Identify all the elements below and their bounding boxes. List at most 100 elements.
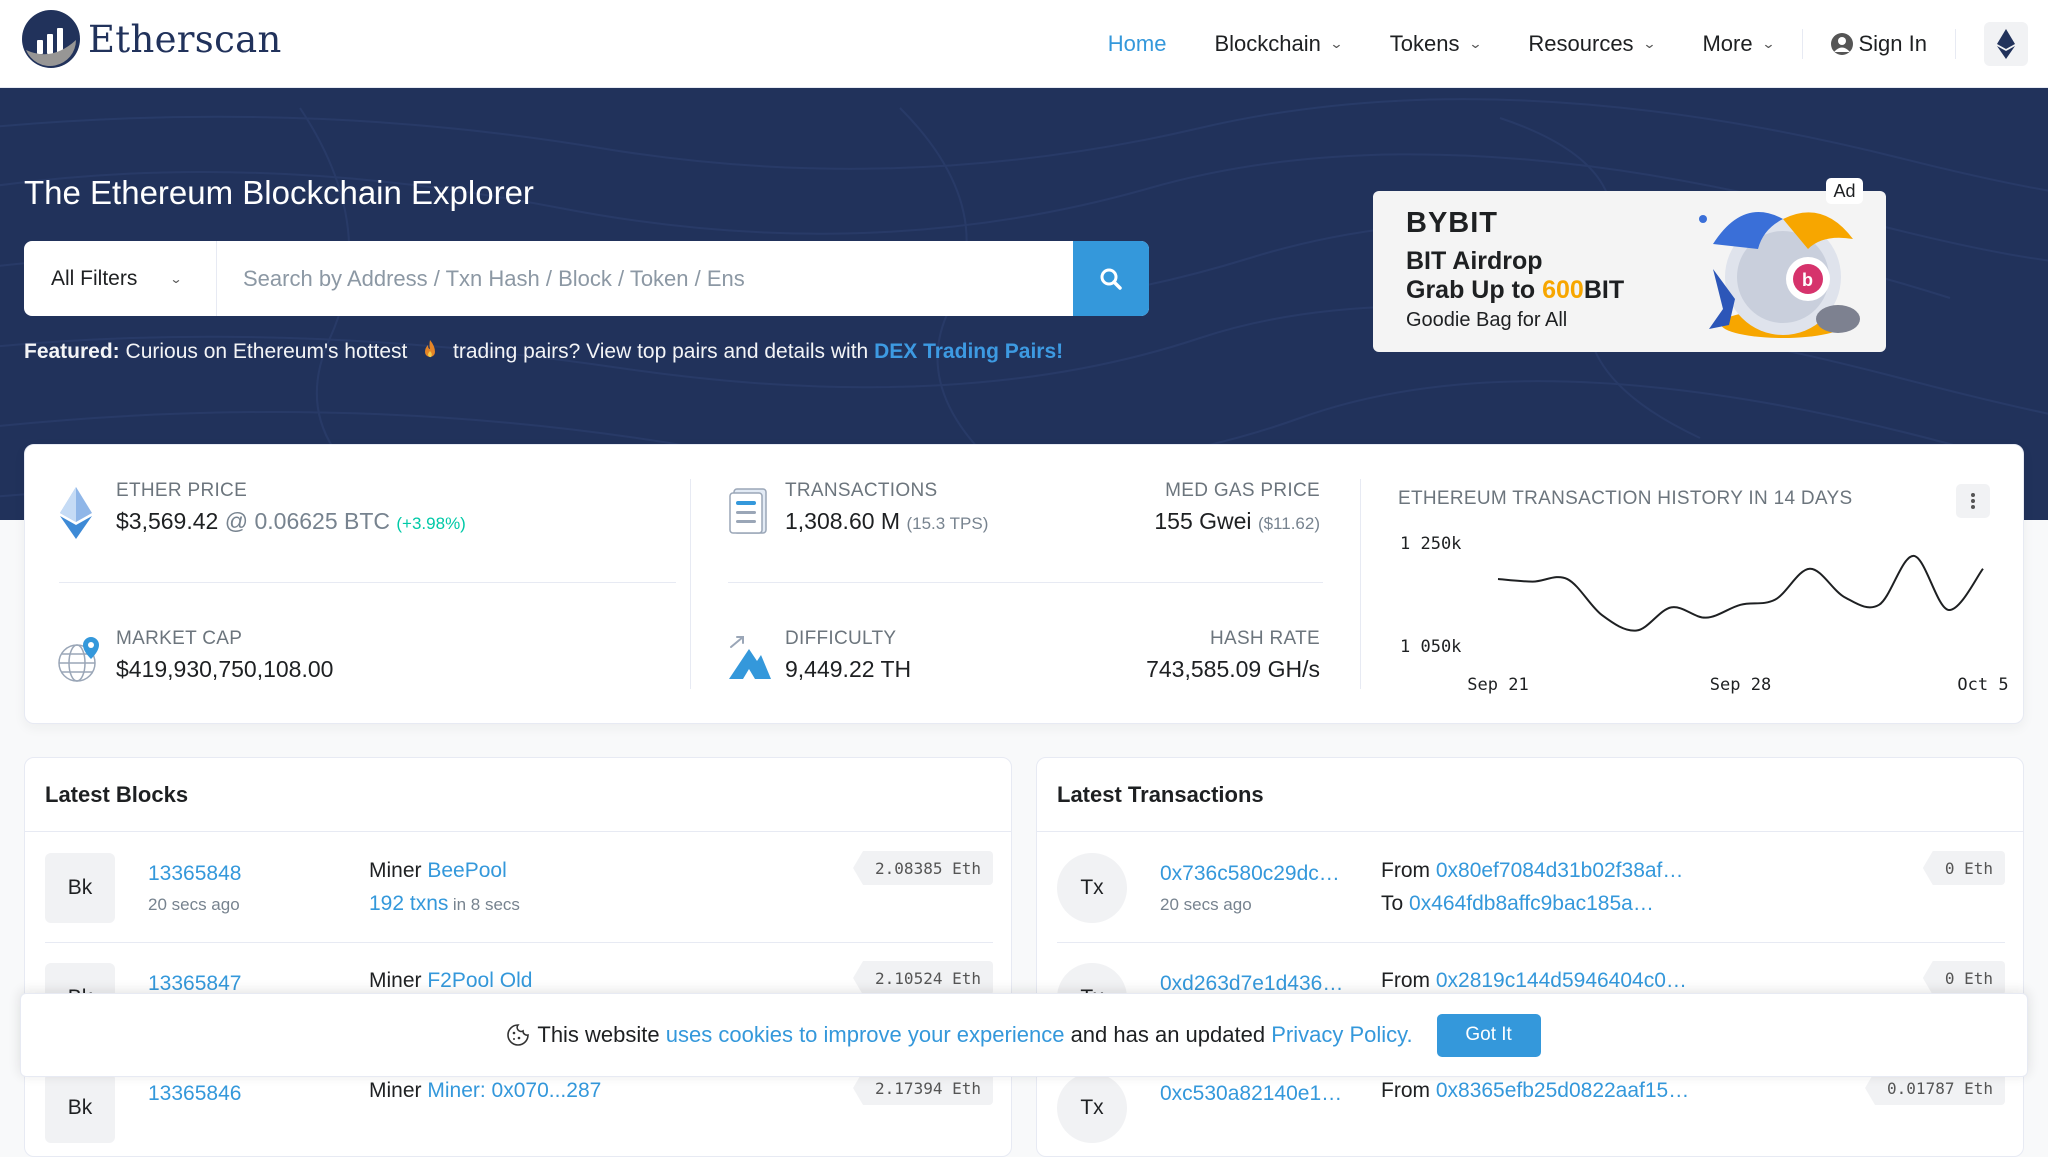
block-age: 20 secs ago [148, 895, 240, 914]
miner-link[interactable]: BeePool [427, 859, 506, 882]
featured-label: Featured: [24, 340, 120, 363]
market-cap-block: Market Cap $419,930,750,108.00 [116, 628, 333, 683]
nav-tokens[interactable]: Tokens ⌄ [1390, 31, 1482, 57]
chart-menu-button[interactable] [1956, 484, 1990, 518]
network-switch-button[interactable] [1984, 22, 2028, 66]
more-vertical-icon [1971, 493, 1975, 509]
from-address-link[interactable]: 0x2819c144d5946404c0… [1436, 969, 1687, 992]
sign-in-link[interactable]: Sign In [1830, 31, 1927, 57]
tx-hash-link[interactable]: 0x736c580c29dc… [1160, 862, 1340, 886]
main-nav: Home Blockchain ⌄ Tokens ⌄ Resources ⌄ More… [1084, 0, 2028, 88]
data-point[interactable] [1599, 612, 1605, 618]
tx-to: To 0x464fdb8affc9bac185a… [1381, 892, 1654, 915]
featured-text-2: trading pairs? View top pairs and detail… [453, 340, 869, 363]
search-icon [1100, 268, 1122, 290]
miner-link[interactable]: F2Pool Old [427, 969, 532, 992]
difficulty-value: 9,449.22 TH [785, 656, 912, 682]
nav-more[interactable]: More ⌄ [1702, 31, 1776, 57]
block-number-link[interactable]: 13365846 [148, 1082, 241, 1106]
block-reward: 2.08385 Eth [853, 851, 993, 885]
bybit-ad-banner[interactable]: BYBIT BIT Airdrop Grab Up to 600BIT Good… [1373, 191, 1886, 352]
data-point[interactable] [1807, 566, 1813, 572]
from-address-link[interactable]: 0x8365efb25d0822aaf15… [1436, 1079, 1689, 1102]
hash-rate-label: Hash Rate [1209, 628, 1320, 649]
ether-price-change: (+3.98%) [396, 514, 466, 533]
nav-blockchain[interactable]: Blockchain ⌄ [1214, 31, 1343, 57]
tx-badge: Tx [1057, 853, 1127, 923]
filter-dropdown[interactable]: All Filters ⌄ [24, 241, 217, 316]
x-tick-label: Oct 5 [1957, 675, 2008, 695]
ether-price-block: Ether Price $3,569.42 @ 0.06625 BTC (+3.… [116, 480, 466, 535]
difficulty-label: Difficulty [785, 628, 897, 649]
nav-divider [1955, 29, 1956, 59]
nav-resources[interactable]: Resources ⌄ [1528, 31, 1657, 57]
data-point[interactable] [1980, 566, 1986, 572]
data-point[interactable] [1668, 604, 1674, 610]
svg-text:b: b [1802, 270, 1813, 290]
ad-brand: BYBIT [1406, 207, 1498, 239]
data-point[interactable] [1876, 602, 1882, 608]
ether-price-usd[interactable]: $3,569.42 [116, 508, 218, 534]
privacy-policy-link[interactable]: Privacy Policy. [1271, 1022, 1412, 1048]
block-miner: Miner BeePool [369, 859, 507, 882]
data-point[interactable] [1530, 579, 1536, 585]
hash-rate-block: Hash Rate 743,585.09 GH/s [1146, 628, 1320, 683]
site-header: Etherscan Home Blockchain ⌄ Tokens ⌄ Resou… [0, 0, 2048, 88]
data-point[interactable] [1911, 553, 1917, 559]
transactions-value[interactable]: 1,308.60 M [785, 508, 900, 534]
med-gas-price-usd: ($11.62) [1257, 514, 1320, 533]
transactions-block: Transactions 1,308.60 M (15.3 TPS) [785, 480, 988, 535]
data-point[interactable] [1945, 607, 1951, 613]
search-button[interactable] [1073, 241, 1149, 316]
chevron-down-icon: ⌄ [1641, 36, 1657, 51]
got-it-button[interactable]: Got It [1436, 1013, 1541, 1057]
y-tick-label: 1 050k [1400, 637, 1461, 657]
x-tick-label: Sep 21 [1467, 675, 1528, 695]
data-point[interactable] [1634, 628, 1640, 634]
cookie-policy-link[interactable]: uses cookies to improve your experience [666, 1022, 1065, 1048]
ad-badge: Ad [1826, 178, 1863, 204]
data-point[interactable] [1738, 602, 1744, 608]
to-address-link[interactable]: 0x464fdb8affc9bac185a… [1409, 892, 1654, 915]
block-reward: 2.10524 Eth [853, 961, 993, 995]
ad-line-3: Goodie Bag for All [1406, 309, 1568, 331]
block-badge: Bk [45, 1073, 115, 1143]
y-tick-label: 1 250k [1400, 534, 1461, 554]
data-point[interactable] [1772, 597, 1778, 603]
med-gas-price-value[interactable]: 155 Gwei [1154, 508, 1251, 534]
ethereum-icon [60, 487, 92, 539]
latest-transactions-panel: Latest Transactions Tx 0x736c580c29dc… 2… [1036, 757, 2024, 1157]
tx-from: From 0x80ef7084d31b02f38af… [1381, 859, 1684, 882]
from-address-link[interactable]: 0x80ef7084d31b02f38af… [1436, 859, 1684, 882]
logo-icon [22, 10, 80, 68]
market-cap-label: Market Cap [116, 628, 243, 649]
data-point[interactable] [1841, 594, 1847, 600]
tx-from: From 0x8365efb25d0822aaf15… [1381, 1079, 1690, 1102]
miner-link[interactable]: Miner: 0x070...287 [427, 1079, 601, 1102]
ethereum-icon [1997, 29, 2015, 59]
ether-price-value: $3,569.42 @ 0.06625 BTC (+3.98%) [116, 508, 466, 535]
data-point[interactable] [1703, 615, 1709, 621]
transactions-icon [729, 488, 767, 534]
dex-trading-pairs-link[interactable]: DEX Trading Pairs! [874, 340, 1063, 363]
block-number-link[interactable]: 13365848 [148, 862, 241, 886]
hash-rate-value: 743,585.09 GH/s [1146, 656, 1320, 682]
tx-hash-link[interactable]: 0xc530a82140e1… [1160, 1082, 1342, 1106]
search-input[interactable] [217, 241, 1073, 316]
chevron-down-icon: ⌄ [1760, 36, 1776, 51]
x-tick-label: Sep 28 [1710, 675, 1771, 695]
transactions-tps: (15.3 TPS) [906, 514, 989, 533]
txns-link[interactable]: 192 txns [369, 892, 448, 915]
nav-home[interactable]: Home [1108, 31, 1167, 57]
data-point[interactable] [1564, 576, 1570, 582]
data-point[interactable] [1495, 576, 1501, 582]
etherscan-logo[interactable]: Etherscan [22, 10, 282, 68]
block-txns: 192 txns in 8 secs [369, 892, 520, 915]
market-cap-value: $419,930,750,108.00 [116, 656, 334, 682]
med-gas-price-block: Med Gas Price 155 Gwei ($11.62) [1154, 480, 1320, 535]
search-bar: All Filters ⌄ [24, 241, 1149, 316]
ether-price-label: Ether Price [116, 480, 248, 501]
logo-text: Etherscan [88, 17, 282, 61]
cookie-icon [507, 1024, 530, 1046]
block-badge: Bk [45, 853, 115, 923]
